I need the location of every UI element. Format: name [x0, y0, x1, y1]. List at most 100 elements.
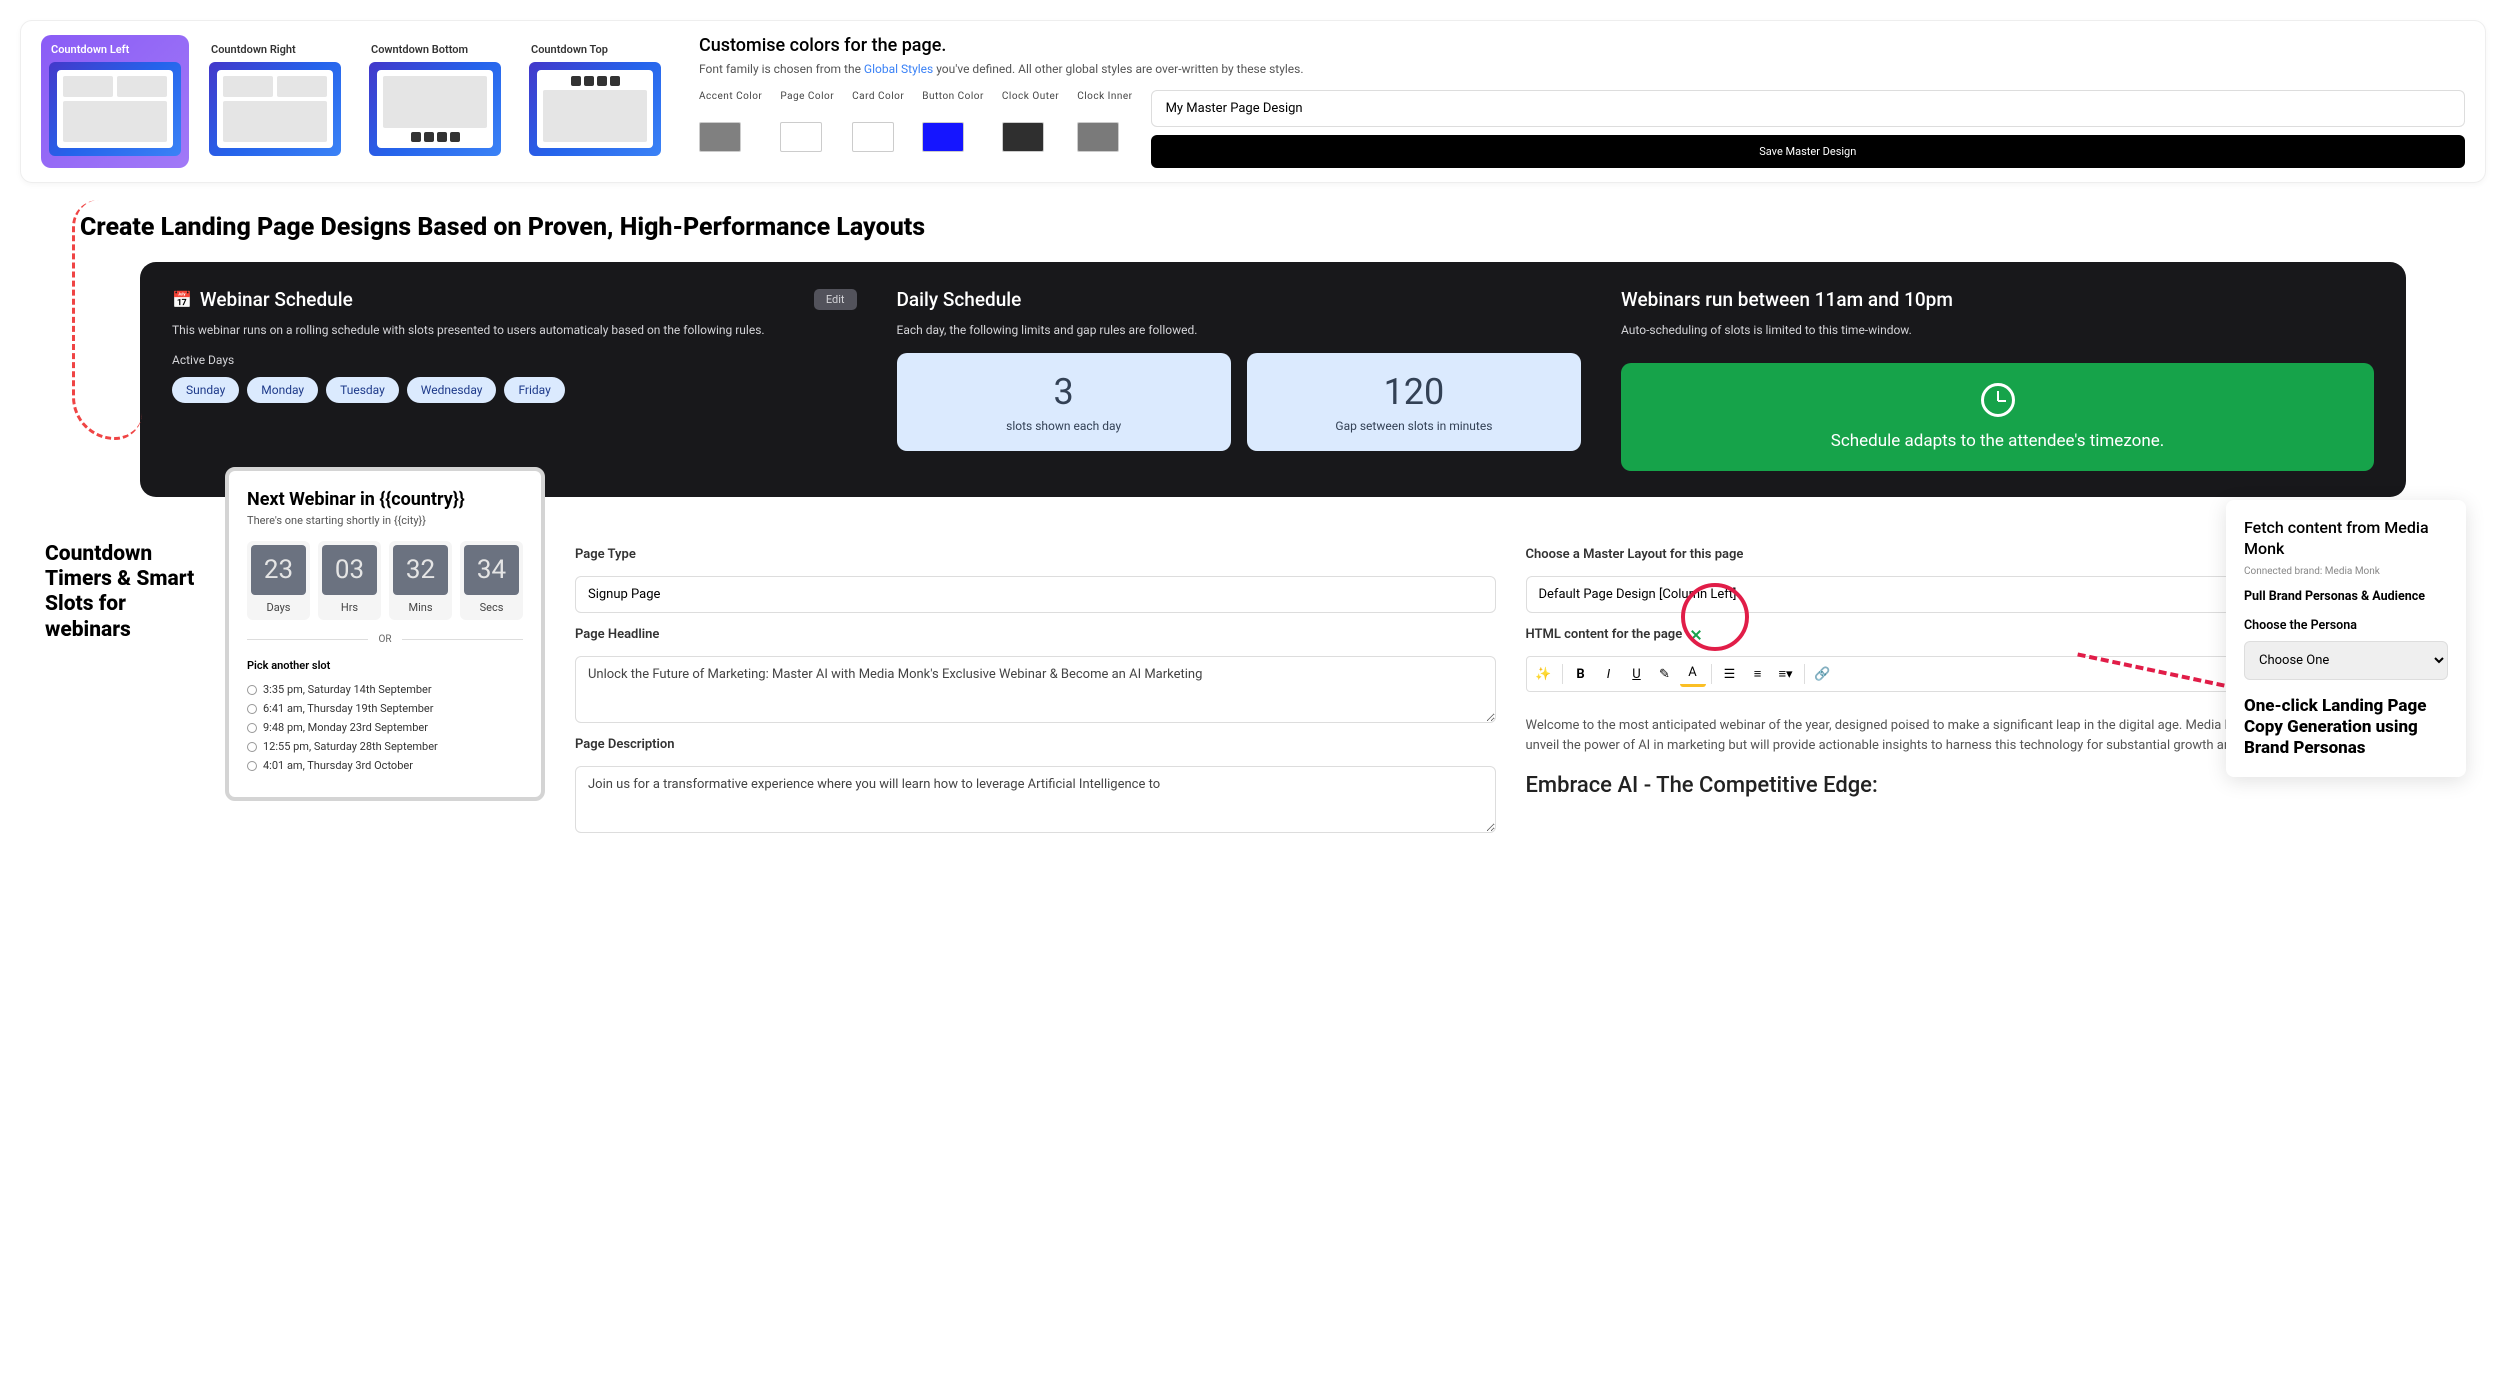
clock-inner-swatch[interactable] — [1077, 122, 1119, 152]
daily-schedule-desc: Each day, the following limits and gap r… — [897, 321, 1582, 339]
color-label: Accent Color — [699, 90, 762, 116]
layout-thumb-countdown-right[interactable]: Countdown Right — [201, 35, 349, 168]
countdown-tile-days: 23Days — [247, 541, 310, 620]
timezone-col: Webinars run between 11am and 10pm Auto-… — [1621, 288, 2374, 471]
card-color-swatch[interactable] — [852, 122, 894, 152]
slots-shown-stat: 3 slots shown each day — [897, 353, 1231, 451]
layout-thumbnails: Countdown Left Countdown Right Cowntdown… — [41, 35, 669, 168]
webinar-schedule-title: Webinar Schedule — [200, 288, 353, 311]
button-color-swatch[interactable] — [922, 122, 964, 152]
page-desc-label: Page Description — [575, 737, 1496, 752]
persona-select[interactable]: Choose One — [2244, 641, 2448, 680]
radio-icon — [247, 761, 257, 771]
thumb-preview — [209, 62, 341, 156]
gap-stat: 120 Gap setween slots in minutes — [1247, 353, 1581, 451]
daily-schedule-title: Daily Schedule — [897, 288, 1582, 311]
persona-feature-text: One-click Landing Page Copy Generation u… — [2244, 696, 2448, 760]
clock-outer-swatch[interactable] — [1002, 122, 1044, 152]
layout-thumb-countdown-bottom[interactable]: Cowntdown Bottom — [361, 35, 509, 168]
persona-title: Fetch content from Media Monk — [2244, 518, 2448, 560]
bold-button[interactable]: B — [1568, 661, 1594, 687]
align-button[interactable]: ≡▾ — [1773, 661, 1799, 687]
day-pill: Friday — [504, 377, 564, 403]
day-pill: Tuesday — [326, 377, 399, 403]
italic-button[interactable]: I — [1596, 661, 1622, 687]
customise-section: Customise colors for the page. Font fami… — [699, 35, 2465, 168]
slot-option[interactable]: 4:01 am, Thursday 3rd October — [247, 756, 523, 775]
radio-icon — [247, 723, 257, 733]
radio-icon — [247, 704, 257, 714]
day-pill: Wednesday — [407, 377, 497, 403]
wand-icon[interactable]: ✨ — [1531, 661, 1557, 687]
radio-icon — [247, 742, 257, 752]
bullet-list-button[interactable]: ☰ — [1717, 661, 1743, 687]
persona-popup: Fetch content from Media Monk Connected … — [2226, 500, 2466, 777]
color-label: Button Color — [922, 90, 984, 116]
persona-pull-heading: Pull Brand Personas & Audience — [2244, 589, 2448, 604]
html-content-label: HTML content for the page — [1526, 627, 1683, 642]
countdown-tile-secs: 34Secs — [460, 541, 523, 620]
countdown-feature-label: Countdown Timers & Smart Slots for webin… — [45, 467, 195, 643]
thumb-title: Countdown Left — [41, 35, 189, 62]
global-styles-link[interactable]: Global Styles — [864, 62, 933, 76]
editor-left-col: Page Type Page Headline Unlock the Futur… — [575, 547, 1496, 833]
thumb-preview — [529, 62, 661, 156]
edit-schedule-button[interactable]: Edit — [814, 289, 857, 310]
timezone-desc: Auto-scheduling of slots is limited to t… — [1621, 321, 2374, 339]
accent-color-swatch[interactable] — [699, 122, 741, 152]
radio-icon — [247, 685, 257, 695]
link-button[interactable]: 🔗 — [1810, 661, 1836, 687]
thumb-title: Countdown Top — [521, 35, 669, 62]
calendar-icon: 📅 — [172, 290, 192, 309]
layout-thumb-countdown-left[interactable]: Countdown Left — [41, 35, 189, 168]
thumb-preview — [369, 62, 501, 156]
layout-thumb-countdown-top[interactable]: Countdown Top — [521, 35, 669, 168]
color-label: Card Color — [852, 90, 904, 116]
timezone-text: Schedule adapts to the attendee's timezo… — [1831, 431, 2164, 451]
webinar-schedule-col: 📅 Webinar Schedule Edit This webinar run… — [172, 288, 857, 471]
slot-option[interactable]: 9:48 pm, Monday 23rd September — [247, 718, 523, 737]
customise-title: Customise colors for the page. — [699, 35, 2465, 56]
page-type-label: Page Type — [575, 547, 1496, 562]
page-headline-input[interactable]: Unlock the Future of Marketing: Master A… — [575, 656, 1496, 723]
pick-slot-head: Pick another slot — [247, 659, 523, 672]
slot-option[interactable]: 12:55 pm, Saturday 28th September — [247, 737, 523, 756]
day-pill: Sunday — [172, 377, 239, 403]
countdown-sub: There's one starting shortly in {{city}} — [247, 514, 523, 527]
slot-option[interactable]: 6:41 am, Thursday 19th September — [247, 699, 523, 718]
timezone-title: Webinars run between 11am and 10pm — [1621, 288, 2374, 311]
page-type-select[interactable] — [575, 576, 1496, 613]
thumb-title: Countdown Right — [201, 35, 349, 62]
persona-choose-label: Choose the Persona — [2244, 618, 2448, 633]
page-desc-input[interactable]: Join us for a transformative experience … — [575, 766, 1496, 833]
section-headline: Create Landing Page Designs Based on Pro… — [80, 213, 2486, 242]
schedule-panel: 📅 Webinar Schedule Edit This webinar run… — [140, 262, 2406, 497]
active-days-label: Active Days — [172, 353, 857, 367]
color-label: Clock Inner — [1077, 90, 1132, 116]
number-list-button[interactable]: ≡ — [1745, 661, 1771, 687]
page-color-swatch[interactable] — [780, 122, 822, 152]
countdown-tile-hrs: 03Hrs — [318, 541, 381, 620]
slot-option[interactable]: 3:35 pm, Saturday 14th September — [247, 680, 523, 699]
text-color-button[interactable]: A — [1680, 661, 1706, 687]
page-headline-label: Page Headline — [575, 627, 1496, 642]
design-name-input[interactable] — [1151, 90, 2465, 127]
day-pills: Sunday Monday Tuesday Wednesday Friday — [172, 377, 857, 403]
underline-button[interactable]: U — [1624, 661, 1650, 687]
persona-sub: Connected brand: Media Monk — [2244, 566, 2448, 577]
customise-subtitle: Font family is chosen from the Global St… — [699, 62, 2465, 76]
thumb-title: Cowntdown Bottom — [361, 35, 509, 62]
timezone-box: Schedule adapts to the attendee's timezo… — [1621, 363, 2374, 471]
daily-schedule-col: Daily Schedule Each day, the following l… — [897, 288, 1582, 471]
highlight-button[interactable]: ✎ — [1652, 661, 1678, 687]
save-master-button[interactable]: Save Master Design — [1151, 135, 2465, 168]
magic-wand-icon[interactable] — [1690, 629, 1702, 641]
color-label: Page Color — [780, 90, 834, 116]
day-pill: Monday — [247, 377, 318, 403]
color-row: Accent Color Page Color Card Color Butto… — [699, 90, 2465, 168]
connector-line — [72, 200, 142, 440]
layout-customise-panel: Countdown Left Countdown Right Cowntdown… — [20, 20, 2486, 183]
thumb-preview — [49, 62, 181, 156]
countdown-title: Next Webinar in {{country}} — [247, 489, 523, 510]
color-label: Clock Outer — [1002, 90, 1059, 116]
